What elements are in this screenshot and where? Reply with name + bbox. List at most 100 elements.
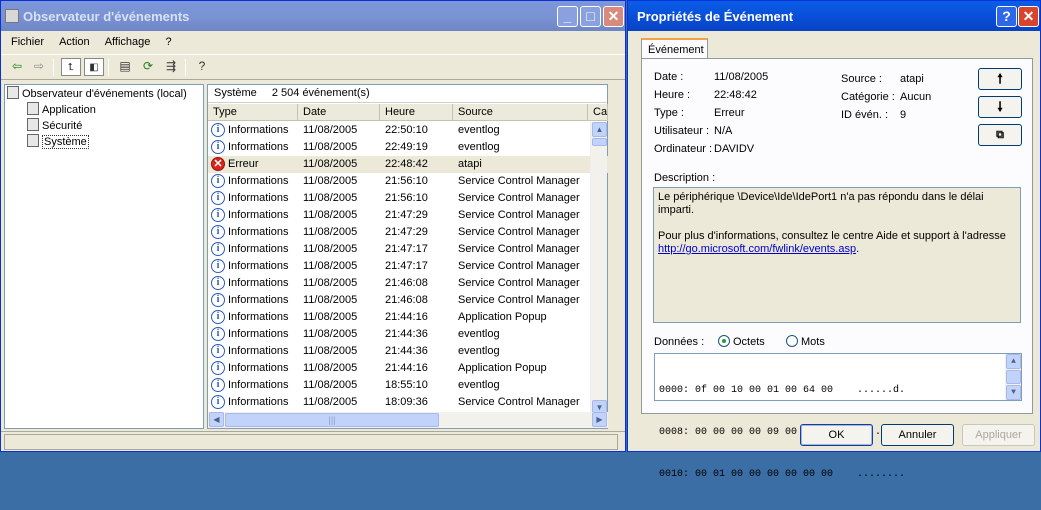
column-source[interactable]: Source	[453, 104, 588, 121]
minimize-button[interactable]: _	[557, 6, 578, 27]
toolbar: ⇦ ⇨ ⮤ ◧ ▤ ⟳ ⇶ ?	[1, 54, 625, 80]
cell-date: 11/08/2005	[303, 158, 358, 170]
radio-words-icon[interactable]	[786, 335, 798, 347]
table-row[interactable]: iInformations11/08/200522:49:19eventlogA…	[208, 139, 608, 156]
tree-item-application[interactable]: Application	[27, 102, 96, 118]
column-time[interactable]: Heure	[380, 104, 453, 121]
scroll-down-icon[interactable]: ▼	[1006, 385, 1021, 400]
menu-help[interactable]: ?	[165, 36, 171, 48]
cell-type: Informations	[228, 124, 289, 136]
menu-action[interactable]: Action	[59, 36, 90, 48]
apply-button[interactable]: Appliquer	[962, 424, 1035, 446]
cell-time: 21:44:36	[385, 328, 428, 340]
category-value: Aucun	[900, 91, 932, 103]
viewer-titlebar[interactable]: Observateur d'événements _ □ ✕	[1, 1, 625, 31]
show-hide-tree-icon[interactable]: ◧	[84, 58, 104, 76]
table-row[interactable]: i Informations 11/08/2005 21:56:10 Service C…	[208, 173, 608, 190]
description-box[interactable]: Le périphérique \Device\Ide\IdePort1 n'a…	[653, 187, 1021, 323]
column-date[interactable]: Date	[298, 104, 380, 121]
scroll-thumb[interactable]	[1006, 370, 1021, 384]
cell-type: Informations	[228, 209, 289, 221]
tree-root[interactable]: Observateur d'événements (local)	[7, 86, 187, 102]
help-icon[interactable]: ?	[192, 58, 212, 76]
viewer-title: Observateur d'événements	[23, 9, 190, 24]
table-row[interactable]: iInformations11/08/200521:44:36eventlogA…	[208, 343, 608, 360]
cancel-button[interactable]: Annuler	[881, 424, 954, 446]
vertical-scrollbar[interactable]: ▲ ▼	[590, 122, 607, 415]
column-category[interactable]: Ca	[588, 104, 608, 121]
back-arrow-icon[interactable]: ⇦	[7, 58, 27, 76]
table-row[interactable]: iInformations11/08/200522:50:10eventlogA…	[208, 122, 608, 139]
next-event-button[interactable]: 🠗	[978, 96, 1022, 118]
scroll-up-icon[interactable]: ▲	[1006, 354, 1021, 369]
menu-file[interactable]: Fichier	[11, 36, 44, 48]
table-row[interactable]: i Informations 11/08/2005 21:44:16 Applicati…	[208, 309, 608, 326]
forward-arrow-icon[interactable]: ⇨	[29, 58, 49, 76]
dialog-close-button[interactable]: ✕	[1018, 6, 1039, 27]
data-hex-box[interactable]: 0000: 0f 00 10 00 01 00 64 00 ......d. 0…	[654, 353, 1022, 480]
description-link[interactable]: http://go.microsoft.com/fwlink/events.as…	[658, 243, 856, 255]
toolbar-separator	[185, 59, 186, 76]
tree-item-system[interactable]: Système	[27, 134, 89, 150]
table-row[interactable]: i Informations 11/08/2005 21:47:17 Service C…	[208, 258, 608, 275]
menu-view[interactable]: Affichage	[105, 36, 151, 48]
event-viewer-window: Observateur d'événements _ □ ✕ Fichier A…	[0, 0, 626, 452]
hex-line: 0000: 0f 00 10 00 01 00 64 00 ......d.	[659, 385, 906, 396]
previous-event-button[interactable]: 🠕	[978, 68, 1022, 90]
cell-source: eventlog	[458, 328, 500, 340]
table-row[interactable]: i Informations 11/08/2005 21:47:29 Service C…	[208, 224, 608, 241]
cell-source: Service Control Manager	[458, 294, 580, 306]
table-row[interactable]: i Informations 11/08/2005 18:09:36 Service C…	[208, 394, 608, 411]
maximize-button[interactable]: □	[580, 6, 601, 27]
close-button[interactable]: ✕	[603, 6, 624, 27]
data-label: Données :	[654, 336, 705, 348]
info-icon: i	[211, 140, 225, 154]
column-type[interactable]: Type	[208, 104, 298, 121]
table-row[interactable]: iInformations11/08/200521:44:36eventlogA…	[208, 326, 608, 343]
table-row[interactable]: i Informations 11/08/2005 21:47:17 Service C…	[208, 241, 608, 258]
horizontal-scrollbar[interactable]: ◀ ||| ▶	[208, 412, 608, 428]
horizontal-scroll-thumb[interactable]: |||	[225, 413, 439, 427]
status-bar	[1, 431, 625, 451]
table-row[interactable]: i Informations 11/08/2005 21:47:29 Service C…	[208, 207, 608, 224]
tree-item-security[interactable]: Sécurité	[27, 118, 82, 134]
table-row[interactable]: i Informations 11/08/2005 21:46:08 Service C…	[208, 275, 608, 292]
event-id-value: 9	[900, 109, 907, 121]
cell-date: 11/08/2005	[303, 396, 358, 408]
cell-date: 11/08/2005	[303, 192, 358, 204]
radio-bytes-icon[interactable]	[718, 335, 730, 347]
properties-icon[interactable]: ▤	[115, 58, 135, 76]
cell-date: 11/08/2005	[303, 277, 358, 289]
cell-source: Service Control Manager	[458, 243, 580, 255]
tab-event[interactable]: Événement	[641, 38, 708, 59]
radio-bytes[interactable]: Octets	[718, 335, 765, 348]
table-row[interactable]: i Informations 11/08/2005 21:56:10 Service C…	[208, 190, 608, 207]
scroll-left-icon[interactable]: ◀	[209, 412, 224, 427]
props-titlebar[interactable]: Propriétés de Événement ? ✕	[628, 1, 1040, 31]
help-button[interactable]: ?	[996, 6, 1017, 27]
table-row[interactable]: ✕Erreur11/08/200522:48:42atapiAu	[208, 156, 608, 173]
log-icon	[27, 102, 39, 115]
cell-type: Erreur	[228, 158, 259, 170]
event-viewer-app-icon	[5, 9, 19, 23]
refresh-icon[interactable]: ⟳	[138, 58, 158, 76]
table-row[interactable]: i Informations 11/08/2005 21:46:08 Service C…	[208, 292, 608, 309]
info-icon: i	[211, 361, 225, 375]
ok-button[interactable]: OK	[800, 424, 873, 446]
copy-button[interactable]: ⧉	[978, 124, 1022, 146]
scroll-up-icon[interactable]: ▲	[592, 122, 607, 137]
table-row[interactable]: iInformations11/08/200518:55:10eventlogA…	[208, 377, 608, 394]
export-list-icon[interactable]: ⇶	[161, 58, 181, 76]
table-row[interactable]: i Informations 11/08/2005 21:44:16 Applicati…	[208, 360, 608, 377]
radio-words[interactable]: Mots	[786, 335, 825, 348]
tree-item-label: Sécurité	[42, 120, 83, 132]
cell-date: 11/08/2005	[303, 260, 358, 272]
cell-date: 11/08/2005	[303, 226, 358, 238]
up-folder-icon[interactable]: ⮤	[61, 58, 81, 76]
hex-scrollbar[interactable]: ▲ ▼	[1005, 354, 1021, 400]
cell-type: Informations	[228, 277, 289, 289]
scroll-thumb[interactable]	[592, 138, 607, 146]
scroll-right-icon[interactable]: ▶	[592, 412, 607, 427]
source-value: atapi	[900, 73, 924, 85]
